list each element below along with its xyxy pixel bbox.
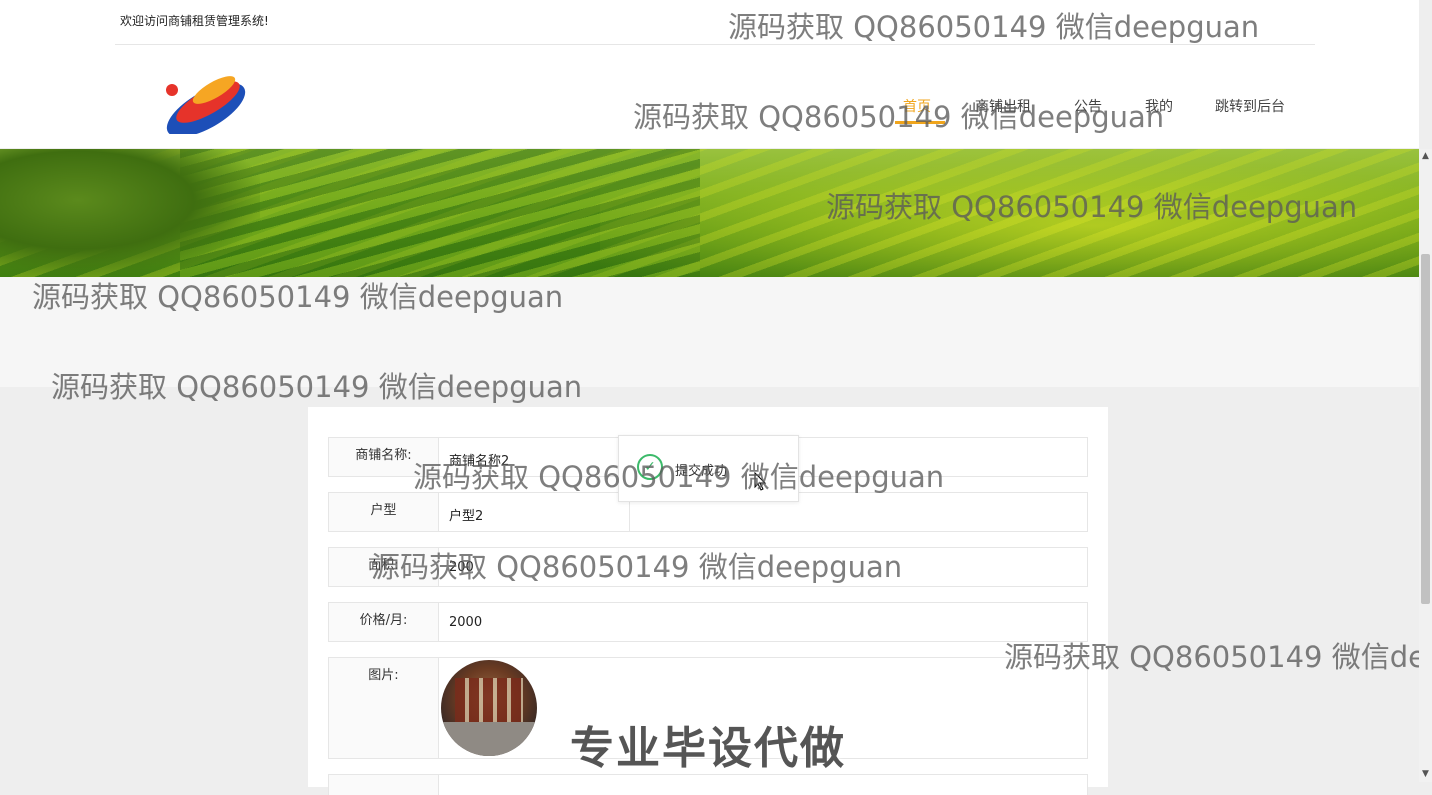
field-label: 价格/月: [329,603,439,641]
watermark: 源码获取 QQ86050149 微信deepguan [633,100,1165,134]
field-label: 图片: [329,658,439,758]
field-value: 2000 [449,615,483,630]
watermark-banner: 专业毕设代做 [570,723,846,774]
watermark: 源码获取 QQ86050149 微信deepguan [371,550,903,584]
scroll-thumb[interactable] [1421,254,1430,604]
field-label: 户型 [329,493,439,531]
price-input[interactable]: 2000 [439,603,1087,641]
watermark-clip: 源码获取 QQ86050149 微信deepguan [1004,634,1419,674]
watermark: 源码获取 QQ86050149 微信deepguan [728,10,1260,44]
watermark: 源码获取 QQ86050149 微信deepguan [413,460,945,494]
scroll-down-arrow-icon[interactable]: ▼ [1421,769,1430,779]
field-price: 价格/月: 2000 [328,602,1088,642]
watermark: 源码获取 QQ86050149 微信deepguan [1004,640,1419,674]
welcome-text: 欢迎访问商铺租赁管理系统! [120,14,269,28]
field-value: 户型2 [449,509,484,524]
watermark: 源码获取 QQ86050149 微信deepguan [32,280,564,314]
scroll-up-arrow-icon[interactable]: ▲ [1421,151,1430,161]
watermark: 源码获取 QQ86050149 微信deepguan [826,190,1358,224]
nav-backend[interactable]: 跳转到后台 [1215,96,1285,116]
field-label [329,775,439,795]
field-next [328,774,1088,795]
shop-image[interactable] [441,660,537,756]
watermark: 源码获取 QQ86050149 微信deepguan [51,370,583,404]
page-scrollbar[interactable]: ▲ ▼ [1419,149,1432,782]
